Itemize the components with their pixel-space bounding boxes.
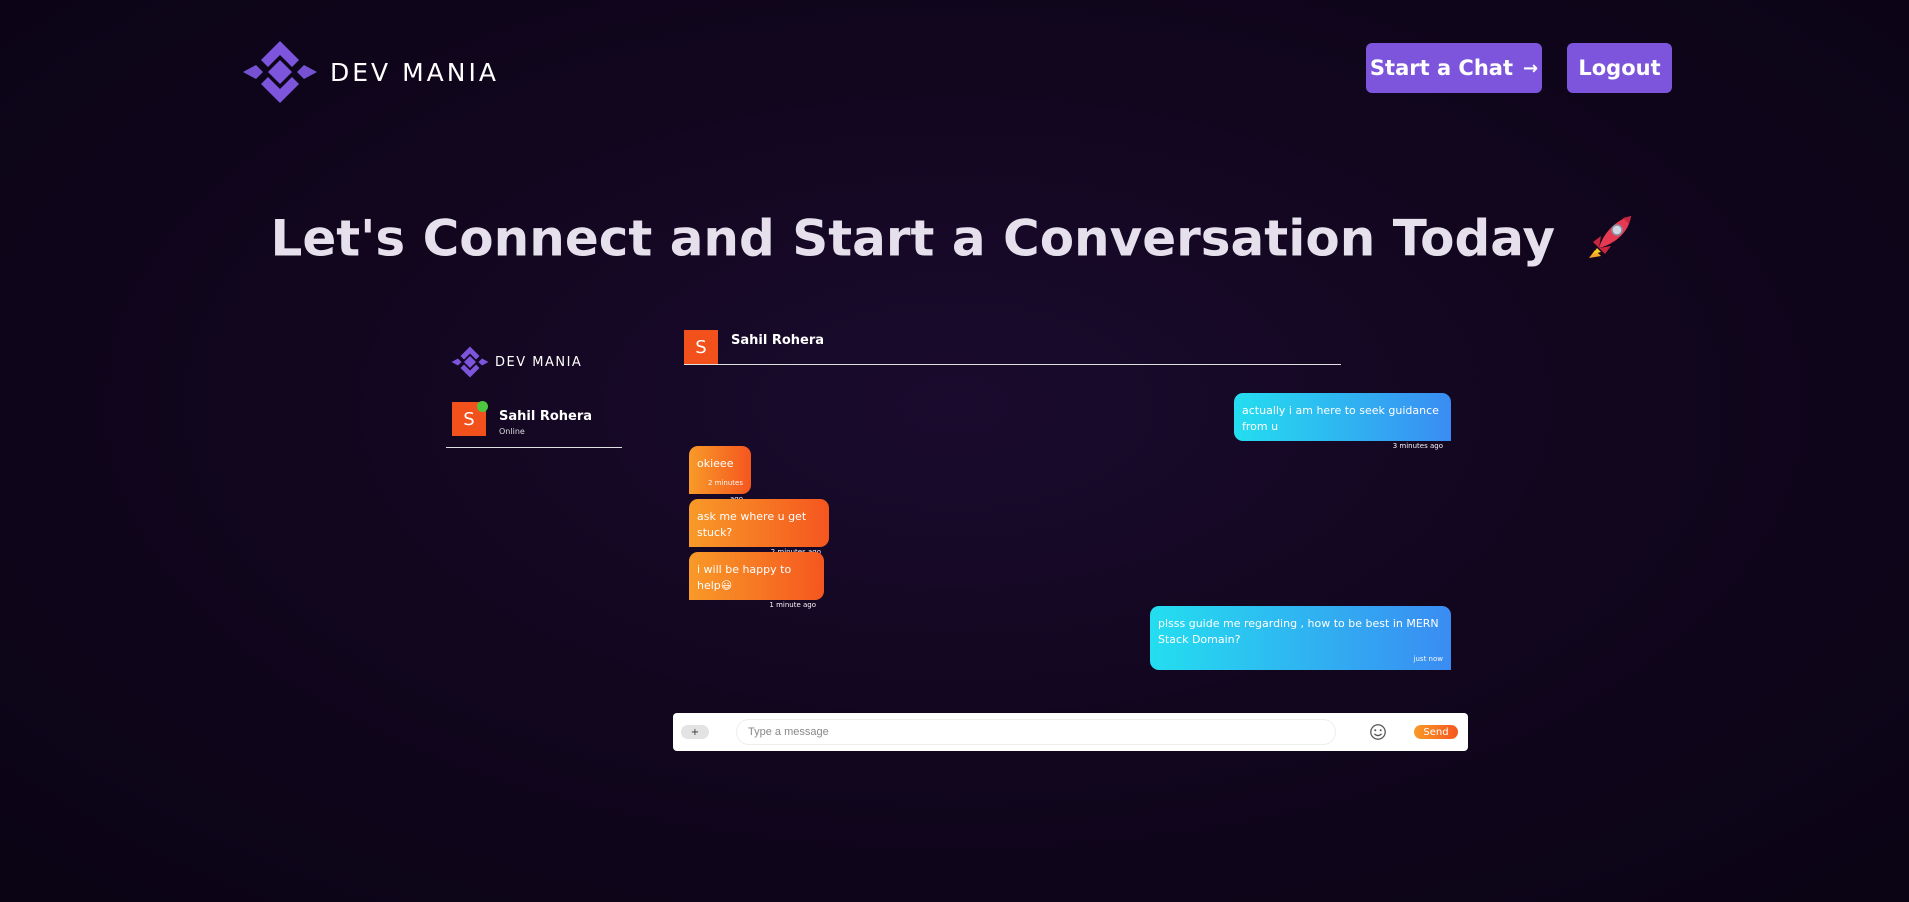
message-text: ask me where u get stuck? <box>697 510 807 539</box>
sidebar-brand-name: DEV MANIA <box>495 354 583 370</box>
start-chat-button[interactable]: Start a Chat → <box>1366 43 1542 93</box>
arrow-right-icon: → <box>1523 57 1539 79</box>
sidebar-brand-logo[interactable]: DEV MANIA <box>451 346 582 378</box>
online-indicator <box>477 401 488 412</box>
message-text: i will be happy to help😃 <box>697 563 792 592</box>
avatar-initial: S <box>463 408 475 430</box>
hero-title: Let's Connect and Start a Conversation T… <box>270 209 1556 268</box>
smiley-icon[interactable] <box>1369 723 1387 741</box>
avatar: S <box>452 401 488 436</box>
logout-button[interactable]: Logout <box>1567 43 1672 93</box>
message-text: actually i am here to seek guidance from… <box>1242 404 1439 433</box>
message-outgoing: actually i am here to seek guidance from… <box>1234 393 1451 450</box>
message-incoming: ask me where u get stuck? 2 minutes ago <box>689 499 829 556</box>
contact-item[interactable]: S Sahil Rohera Online <box>446 401 622 448</box>
message-incoming: i will be happy to help😃 1 minute ago <box>689 552 824 609</box>
hero-heading: Let's Connect and Start a Conversation T… <box>0 208 1909 276</box>
contact-status: Online <box>499 427 525 436</box>
attach-button[interactable]: + <box>681 725 709 739</box>
chat-avatar: S <box>684 330 718 364</box>
diamond-logo-icon <box>451 346 489 378</box>
chat-avatar-initial: S <box>695 336 707 358</box>
message-text: plsss guide me regarding , how to be bes… <box>1158 617 1439 646</box>
brand-logo[interactable]: DEV MANIA <box>242 40 499 104</box>
message-time: just now <box>1413 655 1443 663</box>
start-chat-label: Start a Chat <box>1369 56 1513 80</box>
message-time: 3 minutes ago <box>1392 442 1443 450</box>
rocket-icon <box>1583 208 1639 276</box>
message-composer: + Send <box>673 713 1468 751</box>
brand-name: DEV MANIA <box>330 57 499 87</box>
message-incoming: okieee 2 minutes ago <box>689 446 751 503</box>
message-outgoing: plsss guide me regarding , how to be bes… <box>1150 606 1451 670</box>
diamond-logo-icon <box>243 41 317 103</box>
contact-name: Sahil Rohera <box>499 409 593 424</box>
message-time: 1 minute ago <box>769 601 816 609</box>
chat-header: S Sahil Rohera <box>684 330 1341 365</box>
message-text: okieee <box>697 457 734 470</box>
message-input[interactable] <box>736 719 1336 745</box>
contact-info: Sahil Rohera Online <box>499 409 592 436</box>
chat-contact-name: Sahil Rohera <box>731 333 825 348</box>
send-button[interactable]: Send <box>1414 725 1458 739</box>
